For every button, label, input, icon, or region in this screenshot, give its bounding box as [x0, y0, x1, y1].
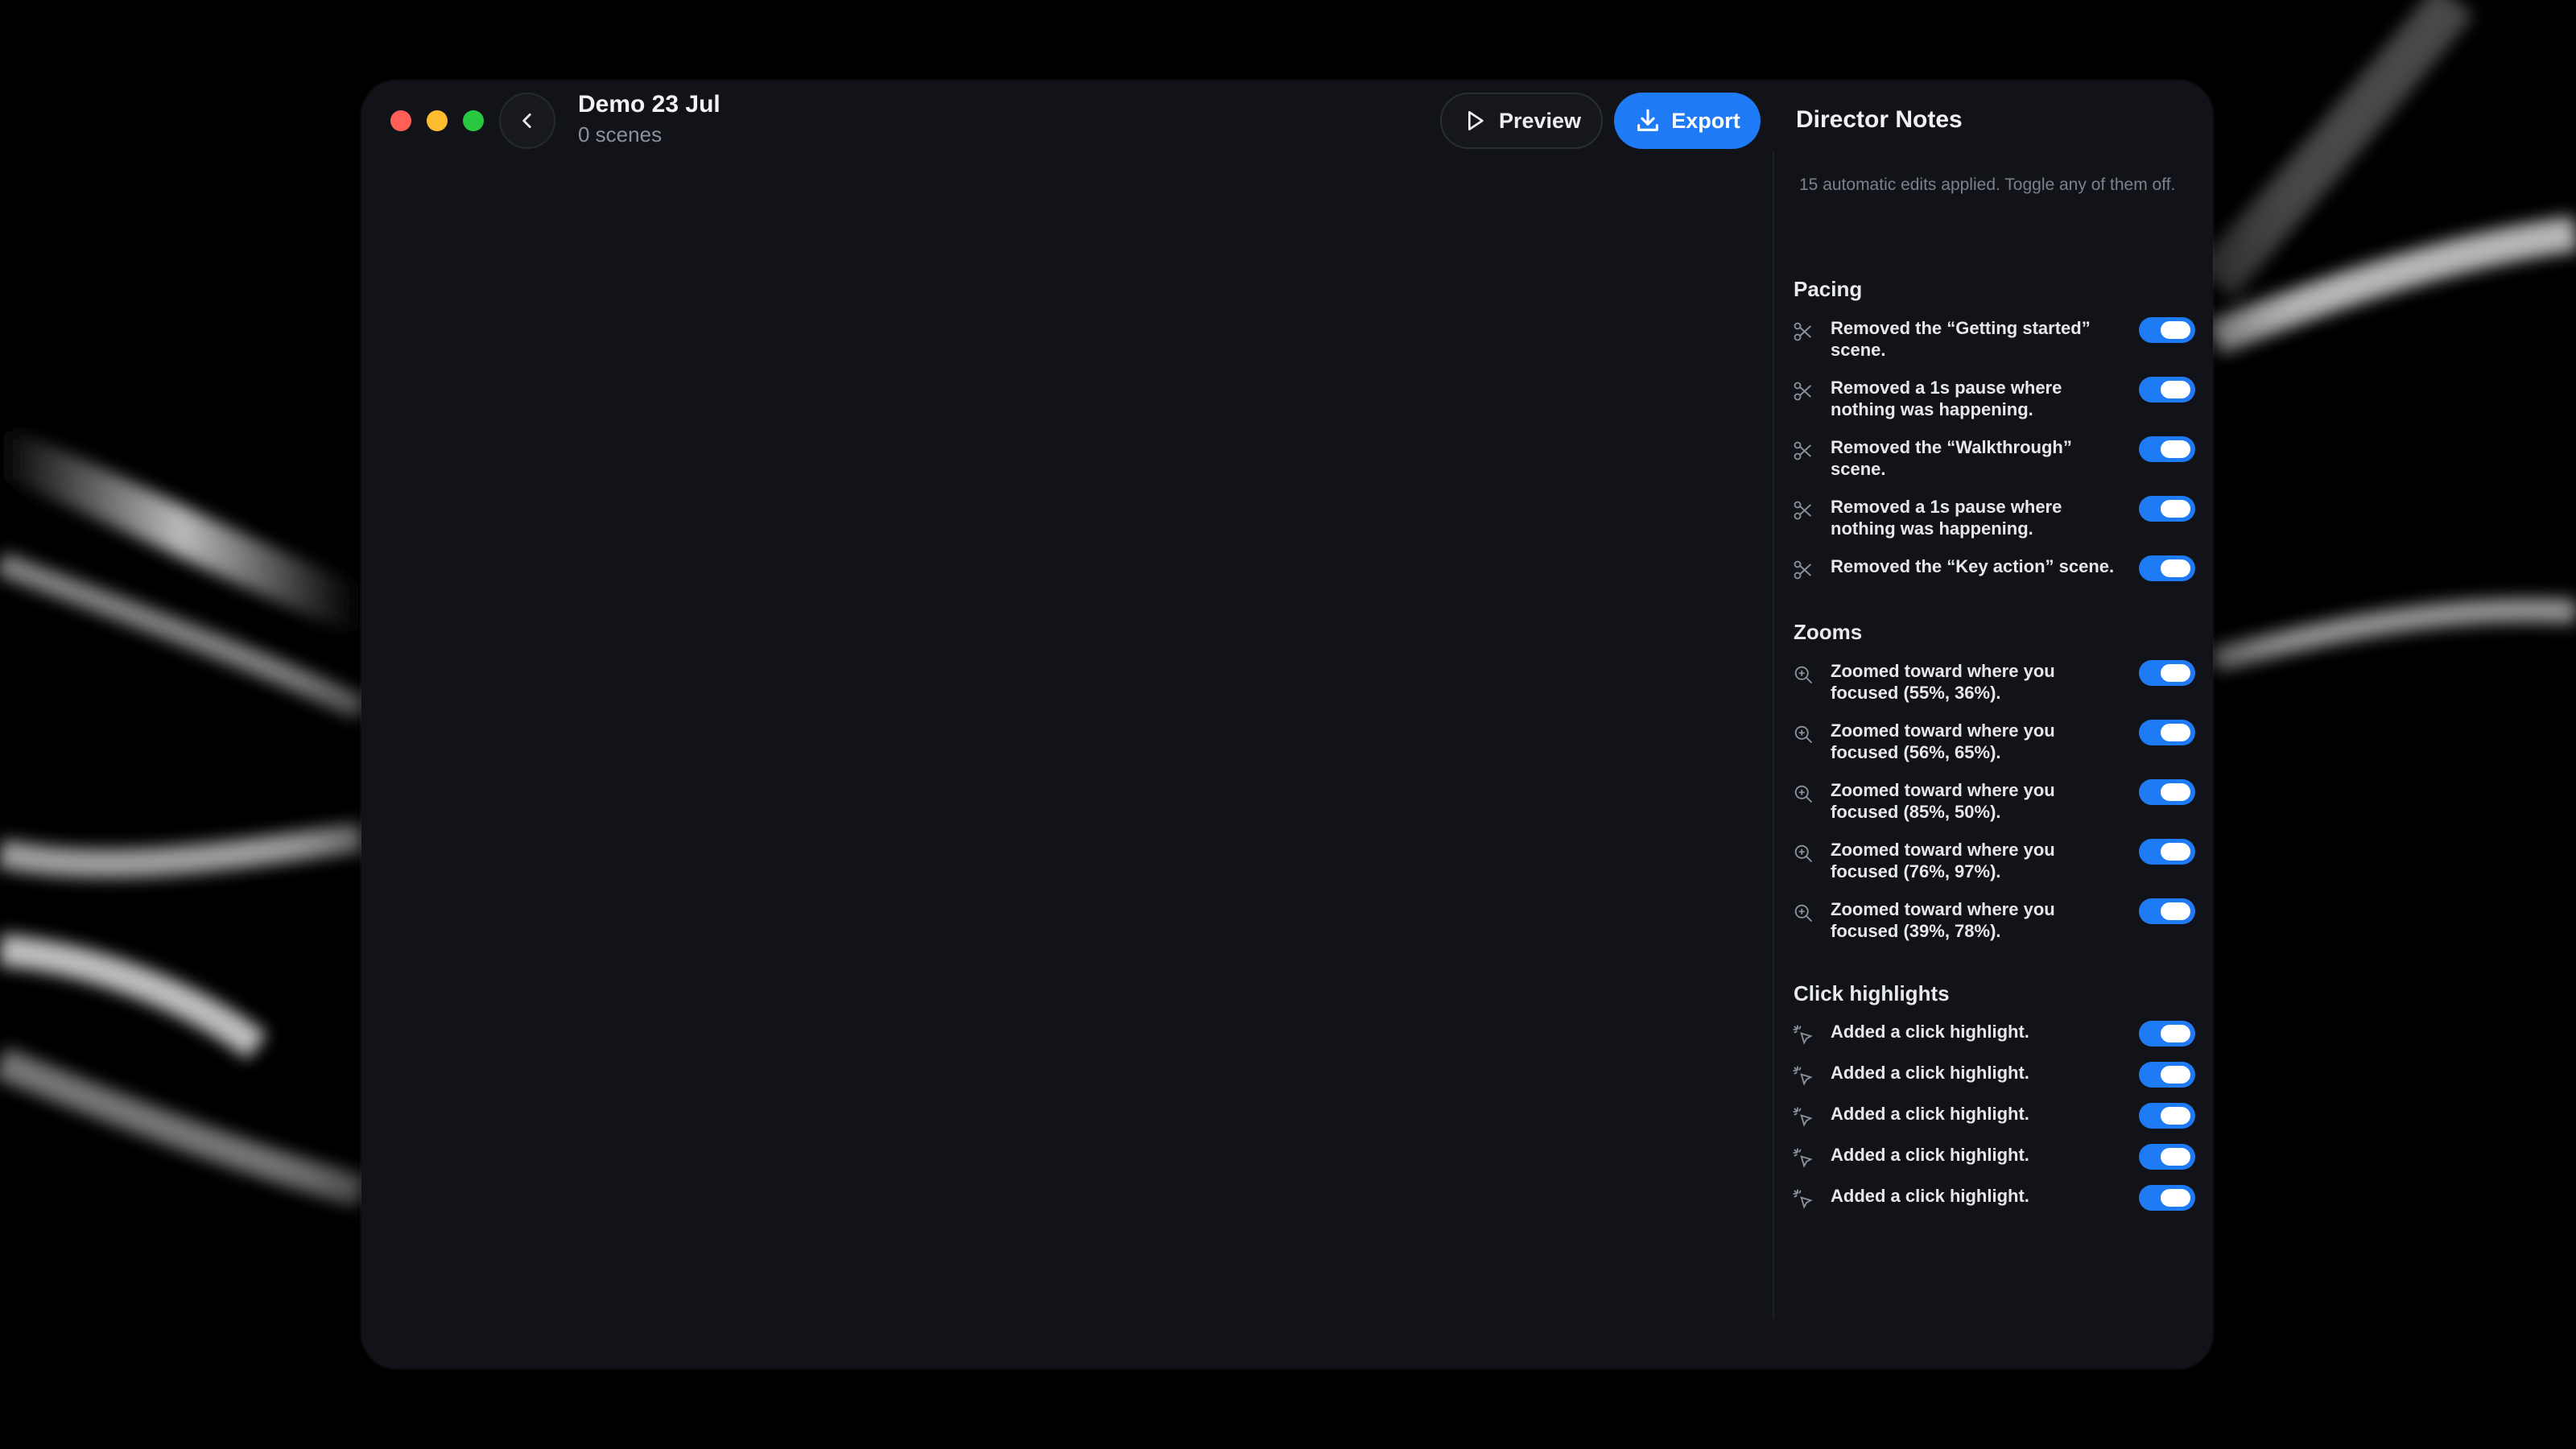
toggle-knob	[2161, 1107, 2190, 1125]
toggle-knob	[2161, 500, 2190, 518]
toggle-knob	[2161, 1066, 2190, 1084]
click-highlight-label: Added a click highlight.	[1831, 1186, 2029, 1206]
click-highlight-item: Added a click highlight.	[1792, 1185, 2198, 1211]
director-notes-title: Director Notes	[1796, 106, 1963, 133]
preview-button[interactable]: Preview	[1440, 93, 1603, 149]
zoom-in-icon	[1794, 725, 1813, 744]
pacing-item: Removed the “Key action” scene.	[1792, 555, 2198, 581]
pacing-item: Removed the “Getting started” scene.	[1792, 317, 2198, 361]
close-window-button[interactable]	[390, 110, 411, 131]
toggle-knob	[2161, 1025, 2190, 1042]
zoom-item-toggle[interactable]	[2139, 660, 2195, 686]
pacing-item-toggle[interactable]	[2139, 317, 2195, 343]
minimize-window-button[interactable]	[427, 110, 448, 131]
section-title-click-highlights: Click highlights	[1794, 981, 1950, 1005]
scissors-icon	[1794, 441, 1811, 460]
click-sparkle-icon	[1793, 1025, 1813, 1045]
click-highlight-toggle[interactable]	[2139, 1103, 2195, 1129]
zoom-item-toggle[interactable]	[2139, 720, 2195, 745]
click-sparkle-icon	[1793, 1148, 1813, 1168]
play-icon	[1468, 111, 1484, 130]
click-highlight-item: Added a click highlight.	[1792, 1144, 2198, 1170]
zoom-item: Zoomed toward where you focused (39%, 78…	[1792, 898, 2198, 942]
pacing-item-label: Removed a 1s pause where nothing was hap…	[1831, 497, 2062, 539]
click-highlight-toggle[interactable]	[2139, 1062, 2195, 1088]
toggle-knob	[2161, 440, 2190, 458]
zoom-in-icon	[1794, 844, 1813, 863]
zoom-item-label: Zoomed toward where you focused (39%, 78…	[1831, 899, 2055, 941]
pacing-item-toggle[interactable]	[2139, 436, 2195, 462]
toggle-knob	[2161, 724, 2190, 741]
scene-count: 0 scenes	[578, 122, 663, 147]
zoom-item-label: Zoomed toward where you focused (85%, 50…	[1831, 780, 2055, 822]
zoom-item-label: Zoomed toward where you focused (76%, 97…	[1831, 840, 2055, 881]
toggle-knob	[2161, 843, 2190, 861]
click-highlight-label: Added a click highlight.	[1831, 1104, 2029, 1124]
scissors-icon	[1794, 382, 1811, 401]
click-sparkle-icon	[1793, 1107, 1813, 1127]
toggle-knob	[2161, 902, 2190, 920]
zoom-in-icon	[1794, 666, 1813, 684]
click-highlight-item: Added a click highlight.	[1792, 1021, 2198, 1046]
pacing-item-label: Removed the “Getting started” scene.	[1831, 318, 2091, 360]
back-button[interactable]	[499, 93, 555, 149]
scissors-icon	[1794, 560, 1811, 580]
zoom-in-icon	[1794, 785, 1813, 803]
zoom-item: Zoomed toward where you focused (85%, 50…	[1792, 779, 2198, 823]
project-title: Demo 23 Jul	[578, 91, 720, 118]
zoom-in-icon	[1794, 904, 1813, 923]
zoom-item-toggle[interactable]	[2139, 898, 2195, 924]
section-title-zooms: Zooms	[1794, 620, 1863, 644]
chevron-left-icon	[522, 114, 531, 128]
click-sparkle-icon	[1793, 1066, 1813, 1086]
download-icon	[1637, 109, 1659, 131]
click-highlight-item: Added a click highlight.	[1792, 1062, 2198, 1088]
click-highlight-toggle[interactable]	[2139, 1185, 2195, 1211]
maximize-window-button[interactable]	[463, 110, 484, 131]
zoom-item-label: Zoomed toward where you focused (56%, 65…	[1831, 720, 2055, 762]
pacing-item-toggle[interactable]	[2139, 377, 2195, 402]
toggle-knob	[2161, 783, 2190, 801]
click-highlight-label: Added a click highlight.	[1831, 1022, 2029, 1042]
pacing-item-label: Removed the “Key action” scene.	[1831, 556, 2115, 576]
zoom-item: Zoomed toward where you focused (55%, 36…	[1792, 660, 2198, 704]
pacing-item-label: Removed a 1s pause where nothing was hap…	[1831, 378, 2062, 419]
click-sparkle-icon	[1793, 1189, 1813, 1209]
director-notes-description: 15 automatic edits applied. Toggle any o…	[1799, 175, 2176, 194]
toggle-knob	[2161, 1148, 2190, 1166]
scissors-icon	[1794, 322, 1811, 341]
zoom-item: Zoomed toward where you focused (76%, 97…	[1792, 839, 2198, 882]
click-highlight-item: Added a click highlight.	[1792, 1103, 2198, 1129]
scissors-icon	[1794, 501, 1811, 520]
toggle-knob	[2161, 664, 2190, 682]
pacing-item: Removed the “Walkthrough” scene.	[1792, 436, 2198, 480]
pacing-item-toggle[interactable]	[2139, 555, 2195, 581]
export-label: Export	[1671, 108, 1740, 133]
zoom-item-toggle[interactable]	[2139, 839, 2195, 865]
pacing-item-toggle[interactable]	[2139, 496, 2195, 522]
section-title-pacing: Pacing	[1794, 277, 1863, 301]
pacing-item-label: Removed the “Walkthrough” scene.	[1831, 437, 2072, 479]
sidebar-divider	[1773, 151, 1774, 1319]
export-button[interactable]: Export	[1614, 93, 1761, 149]
zoom-item-label: Zoomed toward where you focused (55%, 36…	[1831, 661, 2055, 703]
click-highlight-label: Added a click highlight.	[1831, 1145, 2029, 1165]
click-highlight-label: Added a click highlight.	[1831, 1063, 2029, 1083]
toggle-knob	[2161, 381, 2190, 398]
toggle-knob	[2161, 1189, 2190, 1207]
preview-label: Preview	[1498, 108, 1582, 133]
pacing-item: Removed a 1s pause where nothing was hap…	[1792, 377, 2198, 420]
zoom-item: Zoomed toward where you focused (56%, 65…	[1792, 720, 2198, 763]
toggle-knob	[2161, 559, 2190, 577]
zoom-item-toggle[interactable]	[2139, 779, 2195, 805]
toggle-knob	[2161, 321, 2190, 339]
click-highlight-toggle[interactable]	[2139, 1144, 2195, 1170]
click-highlight-toggle[interactable]	[2139, 1021, 2195, 1046]
pacing-item: Removed a 1s pause where nothing was hap…	[1792, 496, 2198, 539]
